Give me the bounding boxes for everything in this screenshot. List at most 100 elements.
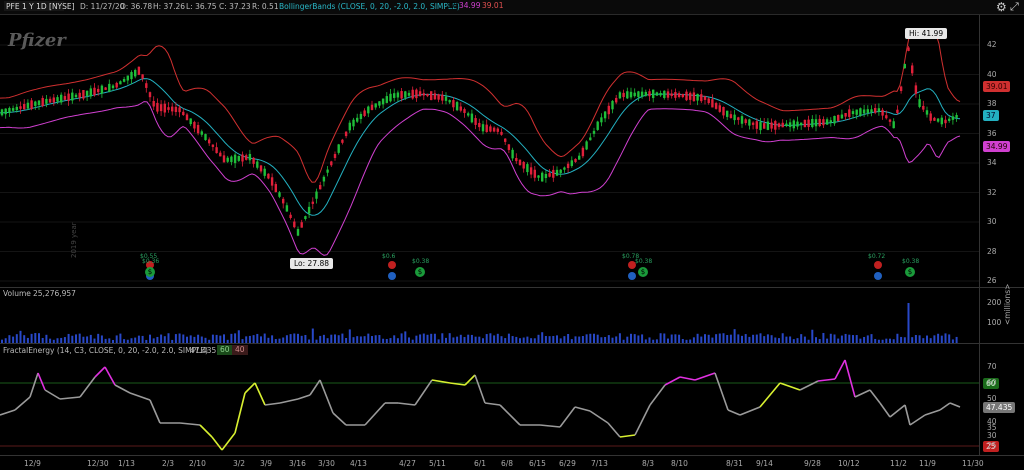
candle-body [93,87,96,96]
candle-body [296,229,300,236]
chart-settings-icon[interactable]: ⚙ [996,0,1007,14]
volume-bar [189,335,192,343]
fractal-segment [234,392,246,434]
x-axis-label: 12/9 [24,459,41,468]
volume-bar [659,333,662,343]
candle-body [52,97,55,103]
volume-bar [304,334,307,343]
candle-body [23,104,26,110]
volume-panel[interactable] [0,297,1024,343]
candle-body [359,113,363,120]
candle-body [925,110,929,115]
volume-bar [552,335,555,343]
x-axis-label: 10/12 [838,459,860,468]
candle-body [289,214,292,218]
volume-bar [330,334,333,343]
volume-bar [97,333,100,343]
candle-body [640,91,644,97]
candle-body [637,91,640,98]
expand-icon[interactable]: ⤢ [1010,0,1019,14]
candle-body [896,109,899,114]
candle-body [626,91,629,99]
volume-bar [607,335,610,343]
volume-bar [752,334,755,343]
fractal-segment [904,404,911,426]
candle-body [189,118,192,125]
candle-body [108,83,111,92]
price-chart[interactable] [0,15,1024,287]
fractal-segment [199,424,213,438]
candle-body [459,106,462,111]
candle-body [330,161,333,166]
price-axis-label: 30 [987,217,997,226]
volume-bar [541,332,544,343]
fractal-segment [854,389,871,398]
volume-bar [348,329,351,343]
volume-bar [367,333,370,343]
volume-bar [100,335,103,343]
fractal-segment [714,372,729,411]
earnings-label: $0.6 [382,253,396,260]
candle-body [356,117,359,122]
candle-body [622,92,625,98]
price-panel[interactable] [0,15,1024,287]
candle-body [34,101,37,106]
volume-bar [119,333,122,343]
close-label: C: 37.23 [219,2,251,11]
volume-bar [678,334,681,343]
fractal-segment [414,379,433,406]
candle-body [130,72,133,80]
price-axis-label: 42 [987,40,997,49]
volume-bar [770,335,773,343]
fractal-panel[interactable] [0,355,1024,455]
candle-body [837,114,840,122]
volume-bar [141,335,144,343]
fractal-segment [29,372,39,398]
fractal-axis-label: 60 [987,378,997,387]
candle-body [740,116,744,124]
candle-body [689,92,692,100]
price-axis-label: 32 [987,187,997,197]
candle-body [196,125,200,134]
candle-body [511,149,514,159]
candle-body [15,106,18,111]
candle-body [659,93,662,96]
volume-chart[interactable] [0,297,1024,343]
symbol-label[interactable]: PFE 1 Y 1D [NYSE] [6,2,75,11]
candle-body [862,109,866,114]
fractal-chart[interactable] [0,355,1024,455]
candle-body [648,91,651,97]
volume-bar [870,334,873,343]
candle-body [26,102,30,109]
bollinger-study-label[interactable]: BollingerBands (CLOSE, 0, 20, -2.0, 2.0,… [279,2,460,11]
volume-bar [363,336,366,343]
volume-bar [729,334,732,343]
candle-body [393,93,396,98]
volume-bar [237,330,240,343]
volume-bar [896,333,899,343]
candle-body [259,165,263,172]
volume-bar [759,333,762,343]
candle-body [274,184,277,192]
candle-body [563,167,566,170]
candle-body [822,119,825,126]
hi-callout: Hi: 41.99 [905,28,948,39]
candle-body [344,131,348,137]
volume-bar [940,335,943,343]
x-axis-label: 8/31 [726,459,743,468]
bb-mid-chip: 37 [446,1,456,10]
fractal-segment [634,404,651,436]
fractal-segment [149,399,161,424]
candle-body [481,124,485,132]
candle-body [796,121,799,127]
fractal-segment [879,402,891,418]
candle-body [918,99,921,107]
volume-bar [763,336,766,343]
candle-body [829,120,832,123]
volume-unit: <millions> [1003,283,1012,325]
volume-bar [45,334,48,343]
fractal-chip-40: 40 [232,345,248,355]
volume-bar [297,333,299,343]
volume-bar [160,334,163,343]
fractal-title[interactable]: FractalEnergy (14, C3, CLOSE, 0, 20, -2.… [3,346,208,355]
